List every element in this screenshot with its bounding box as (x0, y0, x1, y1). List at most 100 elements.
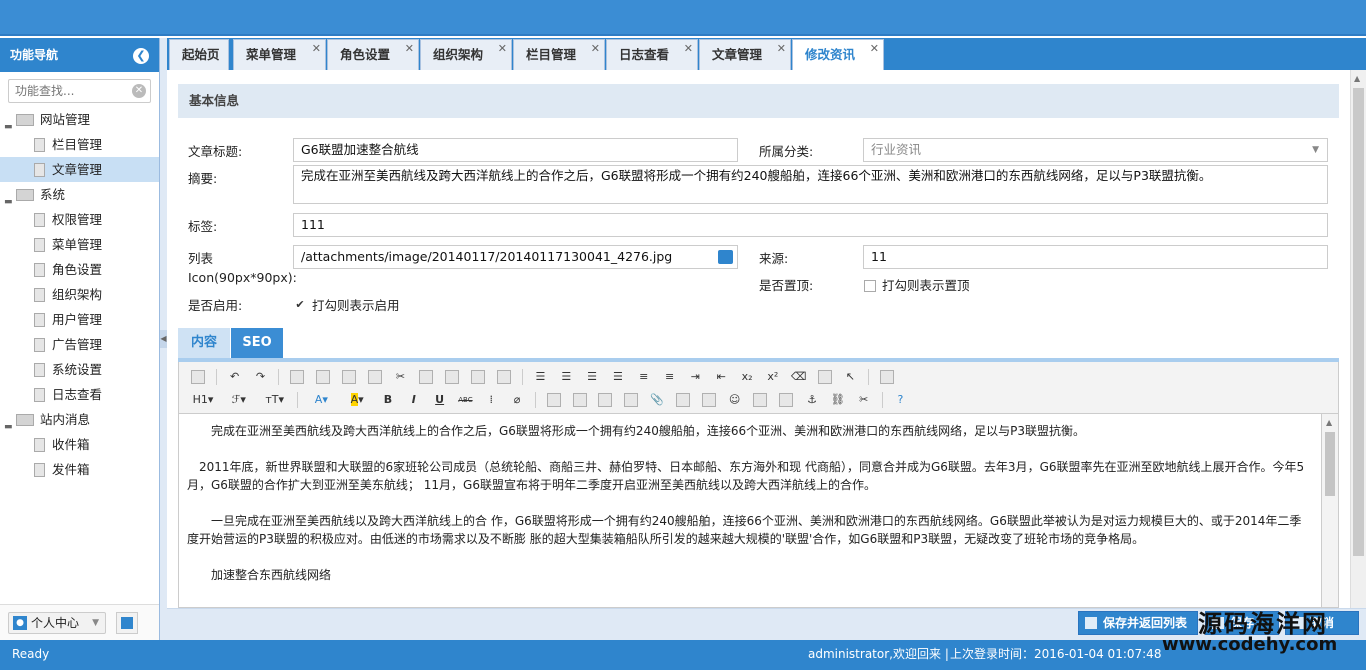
paste-word-icon[interactable] (496, 370, 511, 384)
template-icon[interactable] (341, 370, 356, 384)
close-icon[interactable]: ✕ (405, 34, 414, 64)
tree-node-system[interactable]: ▬ 系统 (0, 182, 159, 207)
multi-image-icon[interactable] (572, 393, 587, 407)
cut-icon[interactable]: ✂ (391, 368, 409, 386)
upload-icon[interactable] (718, 250, 733, 264)
font-size-dropdown[interactable]: тT▾ (261, 391, 289, 409)
unlink-icon[interactable]: ✂ (855, 391, 873, 409)
sidebar-splitter[interactable]: ◀ (160, 38, 167, 640)
print-icon[interactable] (315, 370, 330, 384)
cursor-icon[interactable]: ↖ (841, 368, 859, 386)
category-select[interactable]: 行业资讯 ▼ (863, 138, 1328, 162)
tab-log-view[interactable]: 日志查看 ✕ (606, 39, 698, 70)
tree-item-inbox[interactable]: 收件箱 (0, 432, 159, 457)
scroll-up-icon[interactable]: ▲ (1326, 418, 1332, 427)
bg-color-button[interactable]: A▾ (343, 391, 371, 409)
scroll-up-icon[interactable]: ▲ (1354, 74, 1360, 83)
align-left-icon[interactable]: ☰ (531, 368, 549, 386)
close-icon[interactable]: ✕ (498, 34, 507, 64)
tree-item-outbox[interactable]: 发件箱 (0, 457, 159, 482)
sidebar-search-input[interactable] (9, 80, 129, 102)
source-code-icon[interactable] (191, 370, 205, 384)
font-family-dropdown[interactable]: ℱ▾ (225, 391, 253, 409)
checkbox-box[interactable] (864, 279, 876, 292)
tab-article-management[interactable]: 文章管理 ✕ (699, 39, 791, 70)
font-color-button[interactable]: A▾ (307, 391, 335, 409)
tab-organization[interactable]: 组织架构 ✕ (420, 39, 512, 70)
tab-role-settings[interactable]: 角色设置 ✕ (327, 39, 419, 70)
undo-icon[interactable]: ↶ (226, 368, 244, 386)
clear-icon[interactable]: ✕ (132, 84, 146, 98)
page-scrollbar[interactable]: ▲ (1350, 70, 1366, 608)
media-icon[interactable] (624, 393, 639, 407)
tree-item-permission-management[interactable]: 权限管理 (0, 207, 159, 232)
source-input[interactable]: 11 (863, 245, 1328, 269)
close-icon[interactable]: ✕ (591, 34, 600, 64)
ordered-list-icon[interactable]: ≡ (635, 368, 653, 386)
tab-start[interactable]: 起始页 (169, 39, 229, 70)
scrollbar-thumb[interactable] (1353, 88, 1364, 556)
close-icon[interactable]: ✕ (777, 34, 786, 64)
align-right-icon[interactable]: ☰ (583, 368, 601, 386)
line-height-icon[interactable]: ⁞ (482, 391, 500, 409)
close-icon[interactable]: ✕ (312, 34, 321, 64)
tree-item-organization[interactable]: 组织架构 (0, 282, 159, 307)
tags-input[interactable]: 111 (293, 213, 1328, 237)
strikethrough-button[interactable]: ABC (456, 391, 474, 409)
flash-icon[interactable] (598, 393, 613, 407)
hr-icon[interactable] (701, 393, 716, 407)
close-icon[interactable]: ✕ (684, 34, 693, 64)
user-center-menu[interactable]: ● 个人中心 ▼ (8, 612, 106, 634)
select-all-icon[interactable] (817, 370, 832, 384)
italic-button[interactable]: I (405, 391, 423, 409)
user-profile-button[interactable] (116, 612, 138, 634)
bold-button[interactable]: B (379, 391, 397, 409)
icon-path-input[interactable]: /attachments/image/20140117/201401171300… (293, 245, 738, 269)
emoticon-icon[interactable]: ☺ (726, 391, 744, 409)
tree-node-site-management[interactable]: ▬ 网站管理 (0, 107, 159, 132)
pagebreak-icon[interactable] (779, 393, 794, 407)
clear-format-icon[interactable]: ⌫ (790, 368, 808, 386)
subscript-icon[interactable]: x₂ (738, 368, 756, 386)
close-icon[interactable]: ✕ (870, 34, 879, 64)
checkmark-icon[interactable]: ✔ (294, 299, 306, 312)
code-icon[interactable] (367, 370, 382, 384)
tree-item-role-settings[interactable]: 角色设置 (0, 257, 159, 282)
map-icon[interactable] (753, 393, 768, 407)
outdent-icon[interactable]: ⇤ (712, 368, 730, 386)
eraser-icon[interactable]: ⌀ (508, 391, 526, 409)
paste-plain-icon[interactable] (470, 370, 485, 384)
editor-scrollbar[interactable]: ▲ (1322, 414, 1339, 608)
superscript-icon[interactable]: x² (764, 368, 782, 386)
tree-item-system-settings[interactable]: 系统设置 (0, 357, 159, 382)
tab-content[interactable]: 内容 (178, 328, 230, 358)
help-icon[interactable]: ? (891, 391, 909, 409)
indent-icon[interactable]: ⇥ (686, 368, 704, 386)
enabled-checkbox[interactable]: ✔ 打勾则表示启用 (294, 295, 399, 314)
summary-textarea[interactable]: 完成在亚洲至美西航线及跨大西洋航线上的合作之后，G6联盟将形成一个拥有约240艘… (293, 165, 1328, 204)
underline-button[interactable]: U (431, 391, 449, 409)
tab-column-management[interactable]: 栏目管理 ✕ (513, 39, 605, 70)
rich-text-editor[interactable]: 完成在亚洲至美西航线及跨大西洋航线上的合作之后，G6联盟将形成一个拥有约240艘… (178, 414, 1322, 608)
tab-edit-article[interactable]: 修改资讯 ✕ (792, 39, 884, 71)
attachment-icon[interactable]: 📎 (648, 391, 666, 409)
tab-seo[interactable]: SEO (231, 328, 283, 358)
tree-item-column-management[interactable]: 栏目管理 (0, 132, 159, 157)
paste-icon[interactable] (445, 370, 460, 384)
anchor-icon[interactable]: ⚓ (803, 391, 821, 409)
tree-item-user-management[interactable]: 用户管理 (0, 307, 159, 332)
top-checkbox[interactable]: 打勾则表示置顶 (864, 275, 970, 294)
fullscreen-icon[interactable] (880, 370, 895, 384)
align-justify-icon[interactable]: ☰ (609, 368, 627, 386)
tab-menu-management[interactable]: 菜单管理 ✕ (233, 39, 326, 70)
scrollbar-thumb[interactable] (1325, 432, 1335, 496)
heading-dropdown[interactable]: H1▾ (189, 391, 217, 409)
copy-icon[interactable] (419, 370, 434, 384)
unordered-list-icon[interactable]: ≡ (661, 368, 679, 386)
tree-item-log-view[interactable]: 日志查看 (0, 382, 159, 407)
tree-item-menu-management[interactable]: 菜单管理 (0, 232, 159, 257)
title-input[interactable]: G6联盟加速整合航线 (293, 138, 738, 162)
tree-node-messages[interactable]: ▬ 站内消息 (0, 407, 159, 432)
redo-icon[interactable]: ↷ (251, 368, 269, 386)
preview-icon[interactable] (290, 370, 305, 384)
